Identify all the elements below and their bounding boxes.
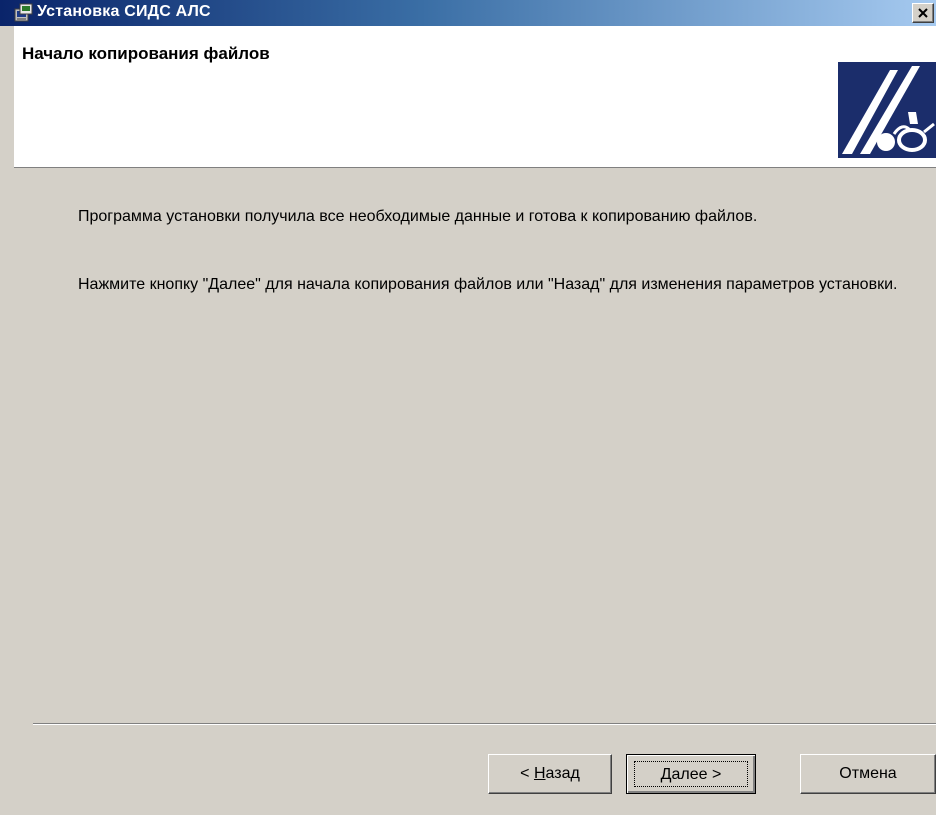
back-button-label: азад [545,765,580,782]
next-button[interactable]: Далее > [626,754,756,794]
button-area-divider [33,723,936,725]
next-button-label: алее > [671,766,722,783]
next-button-focus: Далее > [634,761,748,787]
close-button[interactable] [912,3,934,23]
cancel-button[interactable]: Отмена [800,754,936,794]
installer-window: Установка СИДС АЛС Начало копирования фа… [0,0,936,815]
als-logo [838,62,936,158]
close-icon [918,8,928,18]
back-button[interactable]: < Назад [488,754,612,794]
window-title: Установка СИДС АЛС [37,3,211,20]
back-button-mnemonic: Н [533,765,546,782]
page-title: Начало копирования файлов [22,44,270,63]
back-button-prefix: < [520,765,534,782]
info-paragraph-instructions: Нажмите кнопку "Далее" для начала копиро… [78,276,898,293]
next-button-mnemonic: Д [660,766,672,783]
banner-divider [14,167,936,168]
installer-icon [14,3,34,23]
info-paragraph-ready: Программа установки получила все необход… [78,208,758,225]
title-bar[interactable]: Установка СИДС АЛС [0,0,936,26]
